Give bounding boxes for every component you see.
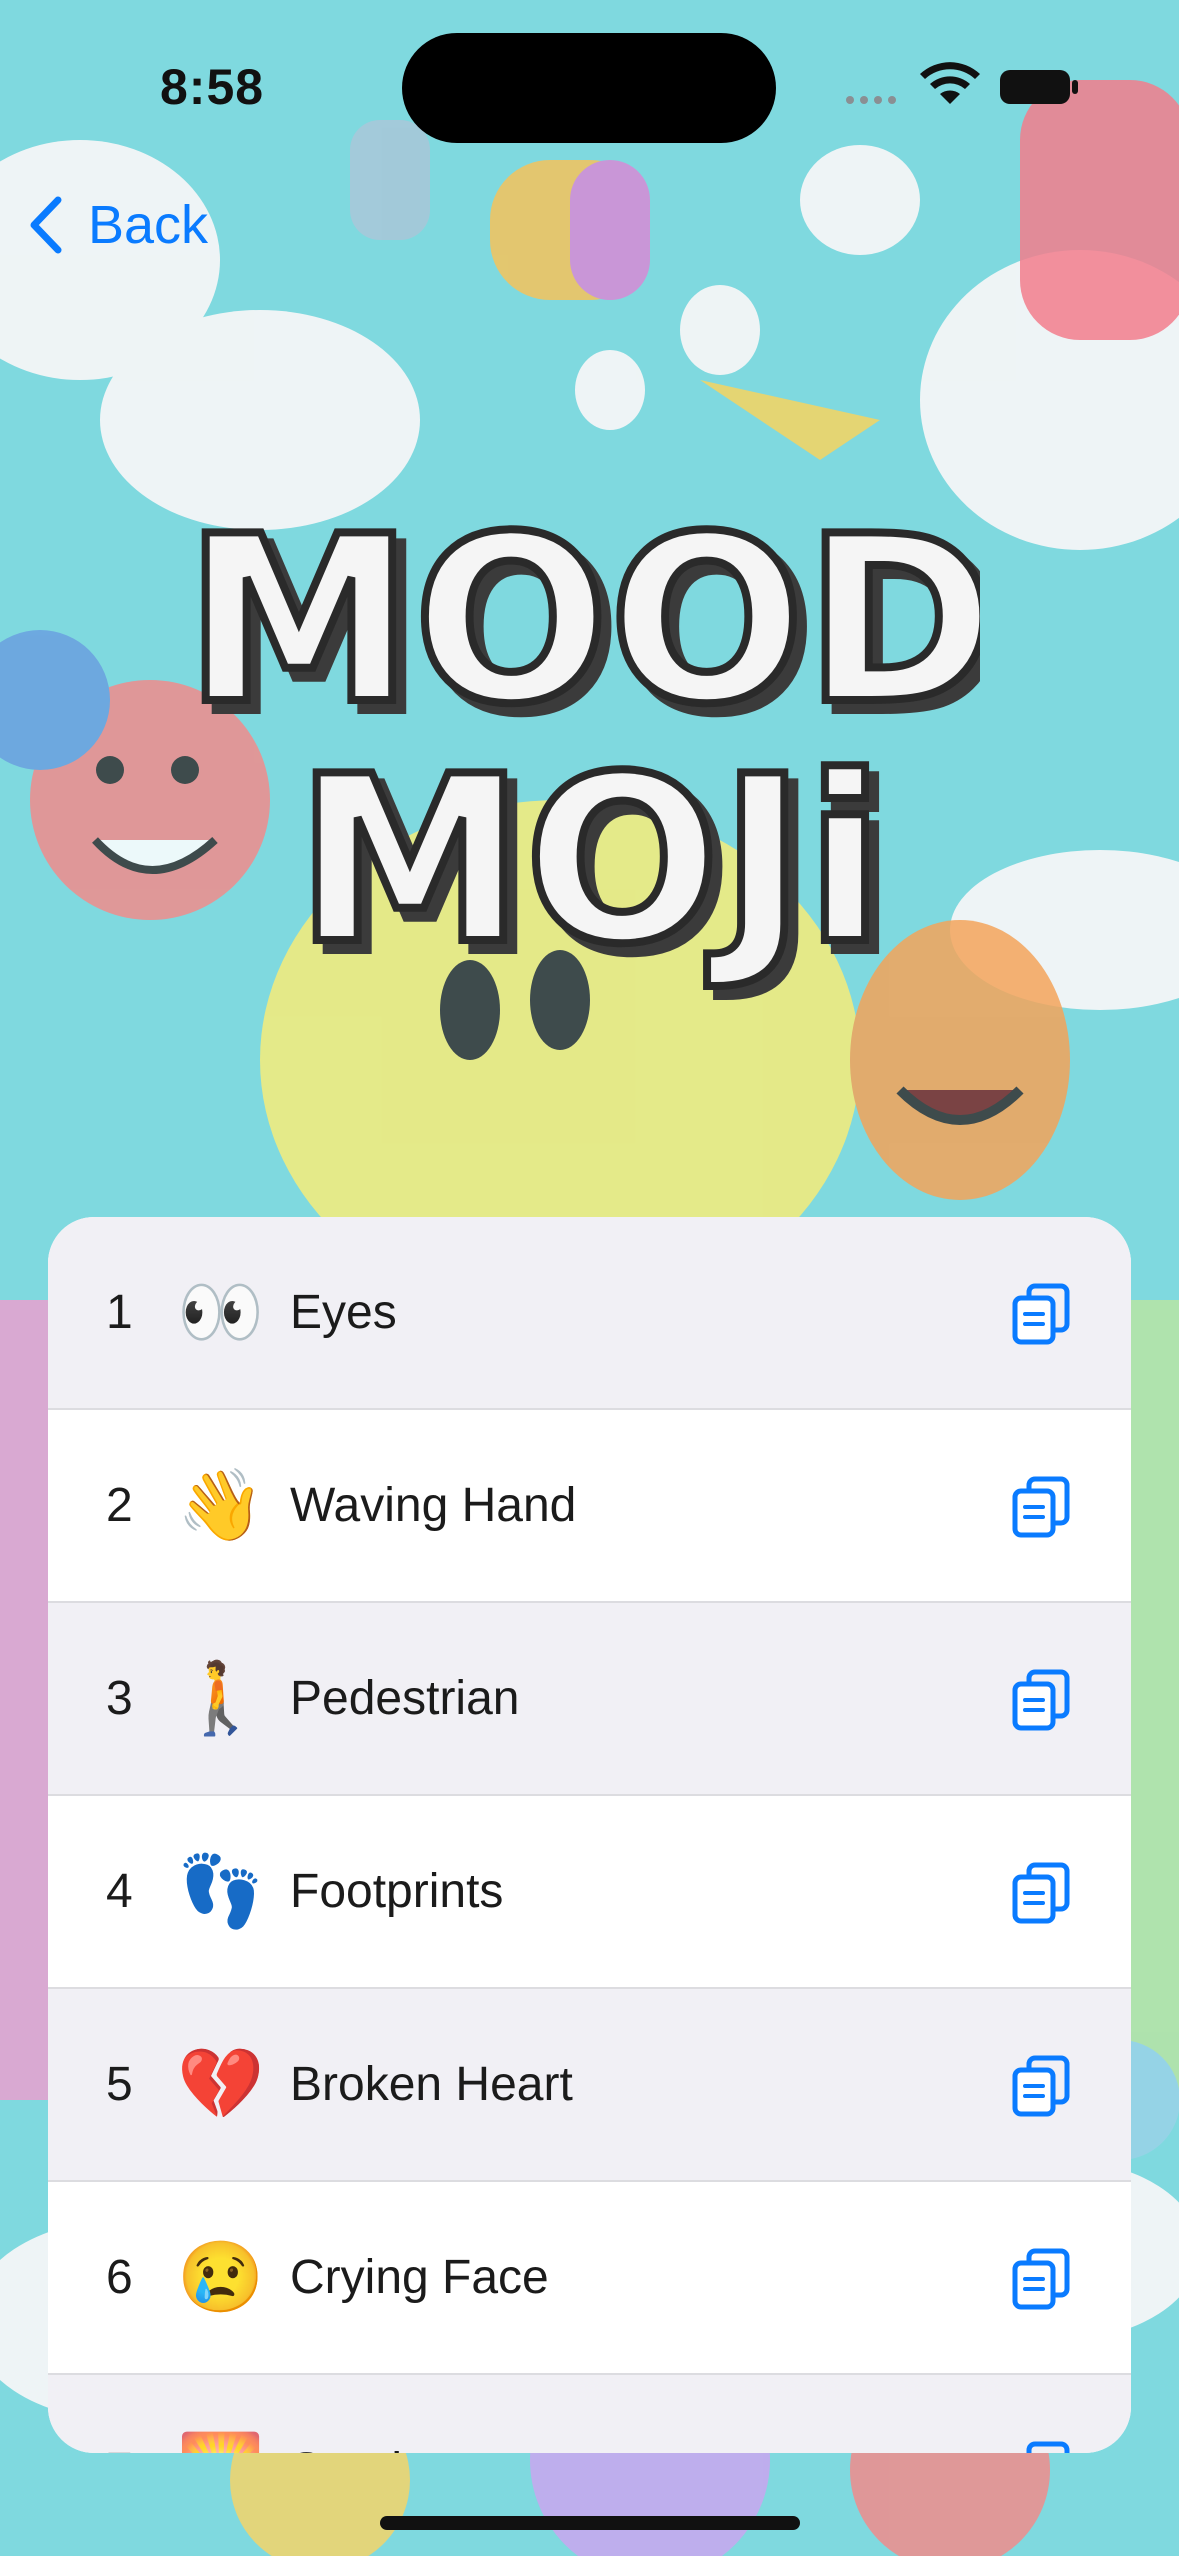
list-item[interactable]: 5 💔 Broken Heart	[48, 1989, 1131, 2182]
back-label: Back	[88, 195, 209, 255]
copy-icon[interactable]	[1007, 2436, 1077, 2454]
item-number: 2	[106, 1479, 133, 1532]
item-label: Broken Heart	[290, 2058, 573, 2111]
copy-icon[interactable]	[1007, 1278, 1077, 1348]
battery-icon	[1000, 70, 1078, 104]
item-number: 5	[106, 2058, 133, 2111]
list-item[interactable]: 7 🌅 Sunrise	[48, 2375, 1131, 2453]
item-emoji: 👋	[177, 1465, 265, 1544]
cellular-signal-icon	[846, 96, 896, 104]
copy-icon[interactable]	[1007, 2243, 1077, 2313]
item-emoji: 💔	[177, 2044, 265, 2123]
svg-text:MOJi: MOJi	[296, 728, 885, 995]
home-indicator	[380, 2516, 800, 2530]
item-label: Footprints	[290, 1865, 504, 1918]
item-number: 7	[106, 2443, 166, 2453]
item-number: 3	[106, 1672, 133, 1725]
list-item[interactable]: 6 😢 Crying Face	[48, 2182, 1131, 2375]
item-emoji: 🌅	[166, 2430, 276, 2454]
copy-icon[interactable]	[1007, 1471, 1077, 1541]
item-number: 1	[106, 1286, 133, 1339]
list-item[interactable]: 1 👀 Eyes	[48, 1217, 1131, 1410]
item-label: Pedestrian	[290, 1672, 520, 1725]
copy-icon[interactable]	[1007, 1664, 1077, 1734]
item-emoji: 😢	[177, 2237, 265, 2316]
list-item[interactable]: 3 🚶 Pedestrian	[48, 1603, 1131, 1796]
emoji-list: 1 👀 Eyes 2 👋 Waving Hand 3 🚶 Pedestrian …	[48, 1217, 1131, 2453]
item-label: Waving Hand	[290, 1479, 577, 1532]
moodmoji-logo: MOOD MOJi	[200, 484, 980, 999]
back-button[interactable]: Back	[26, 190, 208, 260]
item-label: Eyes	[290, 1286, 397, 1339]
item-label: Crying Face	[290, 2251, 549, 2304]
item-label: Sunrise	[290, 2443, 1007, 2453]
item-emoji: 👣	[177, 1851, 265, 1930]
item-emoji: 🚶	[177, 1658, 265, 1737]
copy-icon[interactable]	[1007, 2050, 1077, 2120]
copy-icon[interactable]	[1007, 1857, 1077, 1927]
status-time: 8:58	[160, 59, 265, 115]
status-icons	[846, 62, 1078, 104]
dynamic-island	[402, 33, 776, 143]
list-item[interactable]: 2 👋 Waving Hand	[48, 1410, 1131, 1603]
item-emoji: 👀	[177, 1272, 265, 1351]
item-number: 4	[106, 1865, 133, 1918]
chevron-left-icon	[30, 196, 62, 254]
list-item[interactable]: 4 👣 Footprints	[48, 1796, 1131, 1989]
svg-text:MOOD: MOOD	[200, 488, 980, 755]
wifi-icon	[920, 62, 980, 104]
item-number: 6	[106, 2251, 133, 2304]
